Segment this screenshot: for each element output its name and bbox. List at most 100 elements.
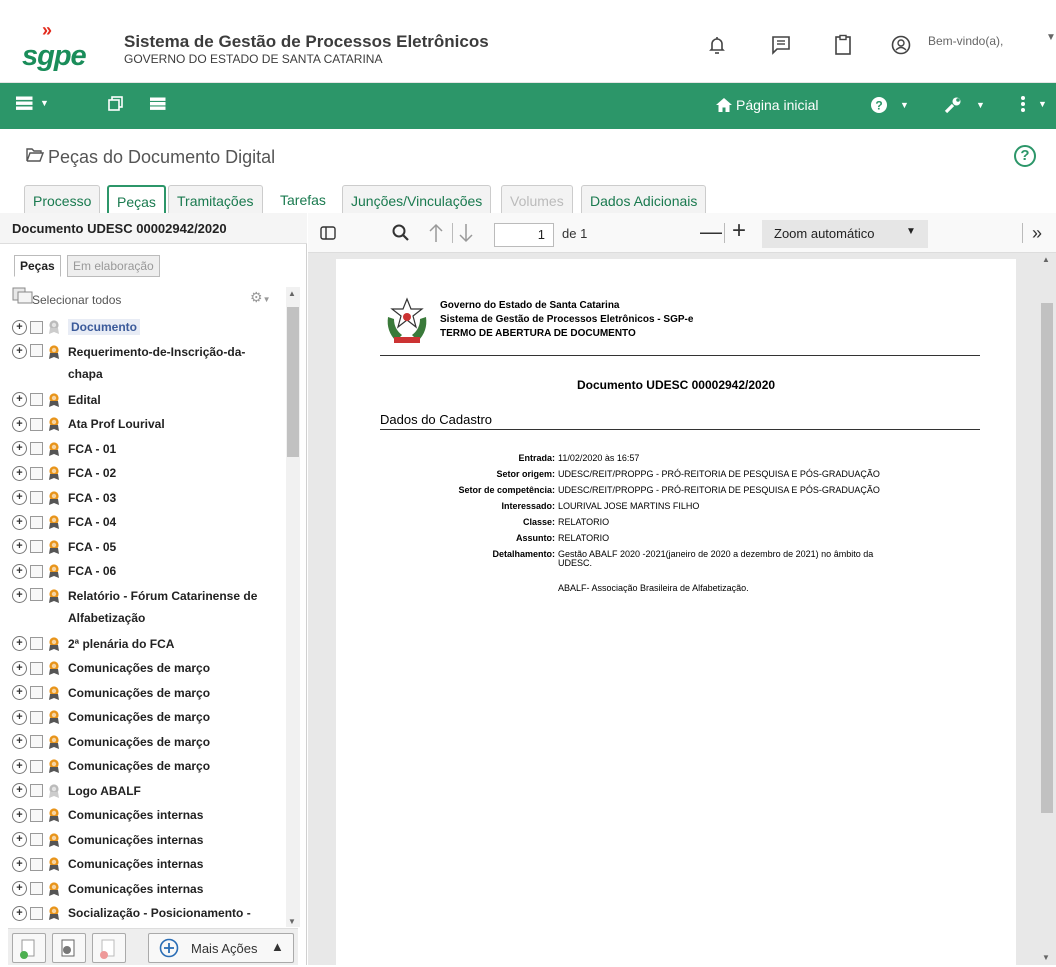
zoom-out-button[interactable]: — [700,219,722,245]
tree-item[interactable]: + FCA - 03 [12,486,284,510]
expand-plus-icon[interactable]: + [12,343,27,359]
tree-item[interactable]: + Comunicações de março [12,681,284,705]
item-checkbox[interactable] [30,466,43,480]
expand-plus-icon[interactable]: + [12,319,27,335]
expand-plus-icon[interactable]: + [12,539,27,554]
tree-item[interactable]: + FCA - 01 [12,437,284,461]
expand-plus-icon[interactable]: + [12,807,27,823]
item-checkbox[interactable] [30,833,43,846]
expand-plus-icon[interactable]: + [12,563,27,579]
add-piece-button[interactable] [12,933,46,963]
scrollbar-thumb[interactable] [1041,303,1053,813]
expand-plus-icon[interactable]: + [12,881,27,896]
clipboard-icon[interactable] [832,34,854,56]
bell-icon[interactable] [706,34,728,56]
tree-item[interactable]: + FCA - 06 [12,559,284,583]
expand-plus-icon[interactable]: + [12,660,27,676]
item-checkbox[interactable] [30,393,43,406]
list-button[interactable] [150,97,166,111]
zoom-select[interactable]: Zoom automático ▼ [762,220,928,248]
item-checkbox[interactable] [30,320,43,334]
item-checkbox[interactable] [30,710,43,724]
sign-piece-button[interactable] [52,933,86,963]
expand-plus-icon[interactable]: + [12,905,27,921]
tab-tarefas[interactable]: Tarefas [270,185,334,213]
item-checkbox[interactable] [30,343,43,357]
item-checkbox[interactable] [30,882,43,895]
tree-item[interactable]: + Comunicações de março [12,656,284,680]
tree-item[interactable]: + FCA - 05 [12,535,284,559]
remove-piece-button[interactable] [92,933,126,963]
item-checkbox[interactable] [30,686,43,699]
tab-tramitacoes[interactable]: Tramitações [168,185,263,213]
zoom-in-button[interactable]: + [732,217,746,245]
subtab-em-elaboracao[interactable]: Em elaboração [67,255,160,277]
tree-item[interactable]: + FCA - 02 [12,461,284,485]
tree-item[interactable]: + Comunicações internas [12,803,284,827]
menu-button[interactable]: ▼ [16,94,49,112]
tab-dados-adicionais[interactable]: Dados Adicionais [581,185,707,213]
tree-item[interactable]: + Socialização - Posicionamento - [12,901,284,925]
item-checkbox[interactable] [30,564,43,578]
tree-item[interactable]: + Relatório - Fórum Catarinense de Alfabe… [12,584,284,628]
welcome-text[interactable]: Bem-vindo(a), [928,34,1003,48]
tree-item[interactable]: + FCA - 04 [12,510,284,534]
tree-item[interactable]: + Requerimento-de-Inscrição-da-chapa [12,340,284,384]
tree-item[interactable]: + Comunicações de março [12,754,284,778]
user-circle-icon[interactable] [890,34,912,56]
item-checkbox[interactable] [30,417,43,431]
double-chevron-right-icon[interactable]: » [1032,223,1042,244]
item-checkbox[interactable] [30,515,43,529]
item-checkbox[interactable] [30,587,43,601]
gear-icon[interactable]: ⚙▼ [250,289,270,306]
tab-pecas[interactable]: Peças [107,185,166,214]
tree-item[interactable]: + Comunicações internas [12,828,284,852]
item-checkbox[interactable] [30,442,43,455]
tree-item[interactable]: + Comunicações internas [12,852,284,876]
tools-menu[interactable]: ▼ [944,96,985,114]
tab-juncoes-vinculacoes[interactable]: Junções/Vinculações [342,185,492,213]
item-checkbox[interactable] [30,637,43,650]
expand-plus-icon[interactable]: + [12,514,27,530]
tree-item[interactable]: +2ª plenária do FCA [12,632,284,656]
expand-plus-icon[interactable]: + [12,636,27,651]
scrollbar-thumb[interactable] [287,307,299,457]
item-checkbox[interactable] [30,808,43,822]
help-menu[interactable]: ? ▼ [870,96,909,114]
tree-item[interactable]: + Edital [12,388,284,412]
expand-plus-icon[interactable]: + [12,758,27,774]
expand-plus-icon[interactable]: + [12,490,27,505]
expand-plus-icon[interactable]: + [12,392,27,407]
subtab-pecas[interactable]: Peças [14,255,61,277]
tree-item[interactable]: + Comunicações internas [12,877,284,901]
previous-page-icon[interactable] [428,223,444,243]
tree-item[interactable]: + Documento [12,315,284,339]
next-page-icon[interactable] [458,223,474,243]
page-number-input[interactable]: 1 [494,223,554,247]
expand-plus-icon[interactable]: + [12,783,27,798]
expand-plus-icon[interactable]: + [12,441,27,456]
item-checkbox[interactable] [30,784,43,797]
item-checkbox[interactable] [30,735,43,748]
home-link[interactable]: Página inicial [716,97,819,113]
message-icon[interactable] [770,34,792,56]
expand-plus-icon[interactable]: + [12,734,27,749]
viewer-scrollbar[interactable]: ▲ ▼ [1016,253,1056,965]
scroll-down-icon[interactable]: ▼ [1042,953,1050,962]
tree-item[interactable]: + Comunicações de março [12,730,284,754]
sgpe-logo[interactable]: » sgpe [22,20,92,72]
expand-plus-icon[interactable]: + [12,587,27,603]
expand-plus-icon[interactable]: + [12,416,27,432]
item-checkbox[interactable] [30,906,43,920]
tree-item[interactable]: + Comunicações de março [12,705,284,729]
expand-plus-icon[interactable]: + [12,856,27,872]
more-actions-button[interactable]: Mais Ações ▲ [148,933,294,963]
item-checkbox[interactable] [30,540,43,553]
item-checkbox[interactable] [30,759,43,773]
scroll-down-icon[interactable]: ▼ [288,917,296,926]
item-checkbox[interactable] [30,857,43,871]
pieces-scrollbar[interactable]: ▲ ▼ [286,287,300,927]
tree-item[interactable]: + Ata Prof Lourival [12,412,284,436]
select-all-link[interactable]: Selecionar todos [32,293,121,307]
scroll-up-icon[interactable]: ▲ [288,289,296,298]
